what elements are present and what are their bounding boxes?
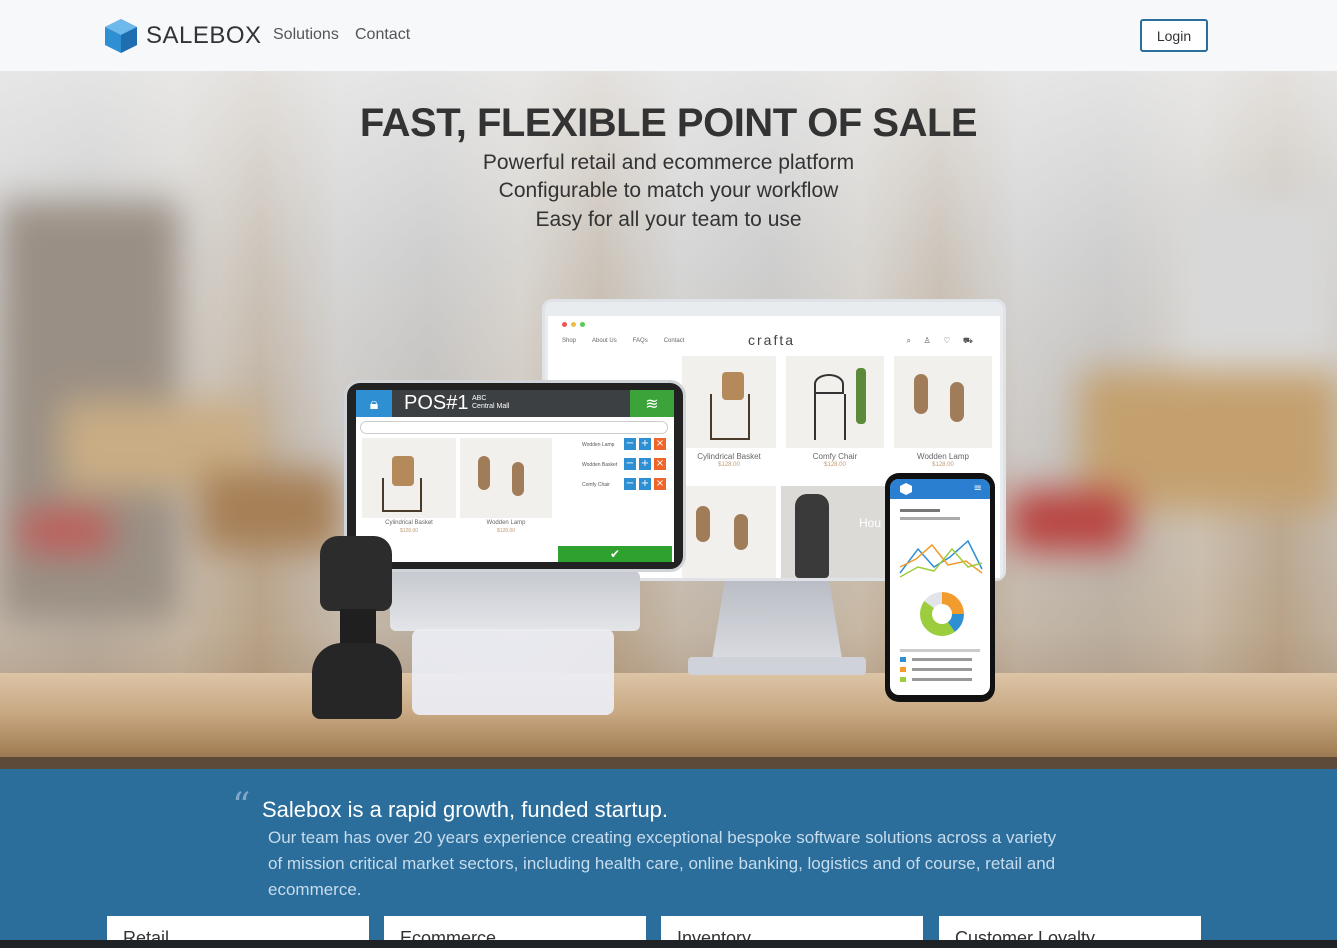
pos-product-card (362, 438, 456, 518)
top-navbar: SALEBOX Solutions Contact Login (0, 0, 1337, 71)
nav-link-contact[interactable]: Contact (355, 26, 410, 44)
pos-terminal-title: POS#1 (404, 392, 469, 414)
shop-nav: Shop About Us FAQs Contact (562, 338, 684, 344)
cart-item: Wodden Lamp (582, 442, 615, 448)
pos-product-price: $128.00 (496, 528, 516, 534)
shop-nav-item: FAQs (632, 338, 648, 344)
product-card (894, 356, 992, 448)
pos-search-bar (360, 421, 668, 434)
cube-logo-icon (105, 19, 137, 53)
shop-nav-item: Contact (663, 338, 685, 344)
hero-subtitle-1: Powerful retail and ecommerce platform (482, 151, 855, 174)
login-button[interactable]: Login (1140, 19, 1208, 52)
product-name: Comfy Chair (812, 452, 858, 461)
shop-nav-item: Shop (562, 338, 577, 344)
pos-location-line-2: Central Mall (472, 403, 510, 410)
scanner-base (312, 643, 402, 719)
plus-icon: + (639, 458, 651, 470)
pos-location-line-1: ABC (472, 395, 487, 402)
shop-nav-item: About Us (592, 338, 617, 344)
minus-icon: − (624, 478, 636, 490)
pos-tablet-image: 🔒︎ POS#1 ABC Central Mall ≋ Cylindrical … (344, 380, 686, 572)
counter-edge (0, 757, 1337, 769)
product-price: $128.00 (824, 462, 846, 468)
product-card (786, 356, 884, 448)
hamburger-menu-icon: ≡ (973, 483, 982, 494)
cart-item: Comfy Chair (582, 482, 610, 488)
barcode-scanner-image (320, 536, 392, 611)
promo-banner-text: Hou (859, 516, 882, 530)
checkout-check-icon: ✔ (558, 546, 672, 562)
remove-icon: × (654, 478, 666, 490)
window-dots (562, 322, 585, 327)
line-chart-graphic (899, 539, 983, 578)
monitor-stand (712, 579, 842, 659)
promo-banner: Hou (781, 486, 885, 578)
hero-subtitle-3: Easy for all your team to use (535, 208, 802, 231)
plus-icon: + (639, 438, 651, 450)
pos-location: ABC Central Mall (472, 395, 509, 411)
shop-logo: crafta (748, 332, 796, 348)
nav-link-solutions[interactable]: Solutions (273, 26, 339, 44)
remove-icon: × (654, 438, 666, 450)
phone-app-header: ≡ (890, 479, 990, 499)
product-price: $128.00 (932, 462, 954, 468)
hero-title: FAST, FLEXIBLE POINT OF SALE (359, 101, 978, 145)
product-name: Cylindrical Basket (697, 452, 761, 461)
donut-chart-graphic (920, 592, 964, 636)
pos-app-screen: 🔒︎ POS#1 ABC Central Mall ≋ Cylindrical … (356, 390, 674, 562)
tablet-stand-base (412, 629, 614, 715)
about-title: Salebox is a rapid growth, funded startu… (262, 797, 669, 822)
pos-product-price: $128.00 (399, 528, 419, 534)
hero-subtitle-2: Configurable to match your workflow (498, 179, 839, 202)
plus-icon: + (639, 478, 651, 490)
smartphone-image: ≡ (885, 473, 995, 702)
wooden-counter (0, 673, 1337, 769)
lock-icon: 🔒︎ (356, 390, 392, 417)
pos-product-name: Wodden Lamp (486, 520, 526, 526)
minus-icon: − (624, 438, 636, 450)
pos-product-name: Cylindrical Basket (385, 520, 433, 526)
brand-logo[interactable]: SALEBOX (104, 18, 262, 54)
product-price: $128.00 (718, 462, 740, 468)
hero-section: FAST, FLEXIBLE POINT OF SALE Powerful re… (0, 71, 1337, 769)
os-taskbar (0, 940, 1337, 948)
minus-icon: − (624, 458, 636, 470)
wifi-icon: ≋ (630, 390, 674, 417)
about-description: Our team has over 20 years experience cr… (268, 828, 1057, 899)
quote-icon: “ (232, 786, 251, 827)
brand-name: SALEBOX (146, 22, 262, 49)
shop-icons: ⌕ ♙ ♡ ⛟ (906, 336, 978, 345)
pos-product-card (460, 438, 552, 518)
monitor-stand-base (688, 657, 866, 675)
about-section: “ Salebox is a rapid growth, funded star… (0, 769, 1337, 948)
product-name: Wodden Lamp (917, 452, 969, 461)
product-card (682, 356, 776, 448)
dashboard-app-screen: ≡ (890, 479, 990, 695)
remove-icon: × (654, 458, 666, 470)
pos-header-bar: 🔒︎ POS#1 ABC Central Mall ≋ (356, 390, 674, 417)
cart-item: Wodden Basket (582, 462, 618, 468)
tablet-stand (390, 571, 640, 631)
product-card (682, 486, 776, 578)
